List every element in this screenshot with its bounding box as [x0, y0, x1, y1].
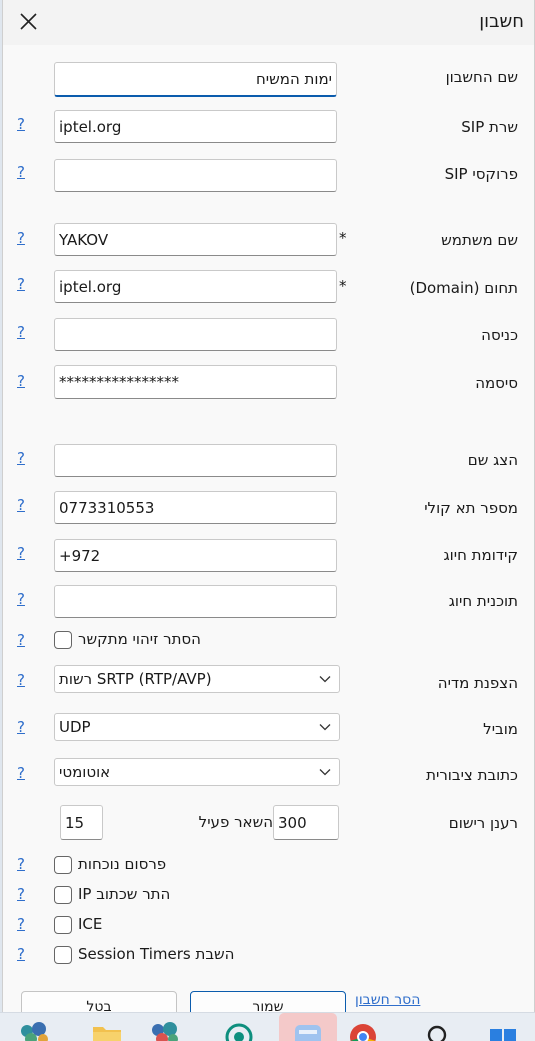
media-encryption-label: הצפנת מדיה — [437, 674, 518, 692]
folder-icon[interactable] — [90, 1017, 124, 1041]
allow-ip-rewrite-label: IP התר שכתוב — [78, 885, 171, 903]
chevron-down-icon — [319, 676, 331, 683]
password-help-link[interactable]: ? — [17, 372, 25, 390]
domain-input[interactable] — [54, 270, 337, 303]
dial-prefix-input[interactable] — [54, 539, 337, 572]
publish-presence-label: פרסום נוכחות — [78, 855, 167, 873]
public-address-help-link[interactable]: ? — [17, 764, 25, 782]
voicemail-help-link[interactable]: ? — [17, 496, 25, 514]
media-encryption-select[interactable]: SRTP (RTP/AVP) רשות — [54, 665, 340, 693]
transport-help-link[interactable]: ? — [17, 718, 25, 736]
keep-alive-input[interactable] — [60, 805, 103, 840]
login-input[interactable] — [54, 318, 337, 351]
session-timers-checkbox[interactable] — [54, 946, 72, 964]
sip-proxy-label: פרוקסי SIP — [444, 165, 518, 183]
password-label: סיסמה — [475, 374, 518, 392]
search-icon[interactable] — [420, 1017, 454, 1041]
sip-proxy-help-link[interactable]: ? — [17, 163, 25, 181]
close-button[interactable] — [11, 6, 45, 38]
close-icon — [20, 13, 37, 30]
cancel-button[interactable]: בטל — [21, 991, 177, 1012]
dial-plan-help-link[interactable]: ? — [17, 590, 25, 608]
register-refresh-label: רענן רישום — [448, 814, 518, 832]
sip-server-help-link[interactable]: ? — [17, 115, 25, 133]
dial-plan-input[interactable] — [54, 585, 337, 618]
transport-select[interactable]: UDP — [54, 713, 340, 741]
app-cluster-icon[interactable] — [148, 1017, 182, 1041]
dial-prefix-label: קידומת חיוג — [443, 546, 518, 564]
ice-checkbox[interactable] — [54, 916, 72, 934]
chevron-down-icon — [319, 724, 331, 731]
display-name-label: הצג שם — [467, 451, 518, 469]
publish-presence-checkbox[interactable] — [54, 856, 72, 874]
public-address-select[interactable]: אוטומטי — [54, 758, 340, 786]
media-encryption-value: SRTP (RTP/AVP) רשות — [59, 670, 212, 688]
dial-prefix-help-link[interactable]: ? — [17, 544, 25, 562]
login-help-link[interactable]: ? — [17, 323, 25, 341]
app-cluster-icon[interactable] — [18, 1017, 52, 1041]
display-name-help-link[interactable]: ? — [17, 449, 25, 467]
hide-caller-id-help-link[interactable]: ? — [17, 631, 25, 649]
login-label: כניסה — [481, 326, 518, 344]
account-name-label: שם החשבון — [445, 68, 518, 86]
ice-help-link[interactable]: ? — [17, 915, 25, 933]
chrome-icon[interactable] — [346, 1017, 380, 1041]
username-required-marker: * — [339, 229, 347, 247]
window-title: חשבון — [479, 11, 524, 32]
voicemail-input[interactable] — [54, 491, 337, 524]
username-help-link[interactable]: ? — [17, 229, 25, 247]
domain-required-marker: * — [339, 277, 347, 295]
taskbar — [0, 1012, 535, 1041]
domain-label: תחום (Domain) — [409, 279, 518, 297]
keep-alive-label: השאר פעיל — [198, 813, 273, 831]
session-timers-help-link[interactable]: ? — [17, 945, 25, 963]
voicemail-label: מספר תא קולי — [424, 499, 518, 517]
account-dialog: חשבון שם החשבון ? שרת SIP ? פרוקסי SIP ?… — [2, 0, 535, 1012]
sip-server-label: שרת SIP — [461, 118, 518, 136]
remove-account-link[interactable]: הסר חשבון — [355, 992, 420, 1008]
transport-value: UDP — [59, 718, 91, 736]
domain-help-link[interactable]: ? — [17, 275, 25, 293]
account-form: שם החשבון ? שרת SIP ? פרוקסי SIP ? שם מש… — [3, 45, 534, 1012]
hide-caller-id-label: הסתר זיהוי מתקשר — [78, 630, 201, 648]
publish-presence-help-link[interactable]: ? — [17, 855, 25, 873]
allow-ip-rewrite-help-link[interactable]: ? — [17, 885, 25, 903]
session-timers-label: השבת Session Timers — [78, 945, 235, 963]
public-address-value: אוטומטי — [59, 763, 111, 781]
password-input[interactable] — [54, 365, 337, 399]
transport-label: מוביל — [483, 720, 518, 738]
sip-proxy-input[interactable] — [54, 159, 337, 192]
public-address-label: כתובת ציבורית — [426, 766, 518, 784]
register-refresh-input[interactable] — [273, 805, 339, 840]
display-name-input[interactable] — [54, 444, 337, 477]
title-bar: חשבון — [3, 0, 534, 45]
account-name-input[interactable] — [54, 62, 337, 97]
start-icon[interactable] — [486, 1017, 520, 1041]
sip-server-input[interactable] — [54, 110, 337, 143]
whatsapp-icon[interactable] — [222, 1017, 256, 1041]
allow-ip-rewrite-checkbox[interactable] — [54, 886, 72, 904]
username-label: שם משתמש — [441, 231, 518, 249]
username-input[interactable] — [54, 223, 337, 256]
dial-plan-label: תוכנית חיוג — [448, 592, 518, 610]
active-app-icon[interactable] — [291, 1017, 325, 1041]
ice-label: ICE — [78, 915, 103, 933]
hide-caller-id-checkbox[interactable] — [54, 631, 72, 649]
media-encryption-help-link[interactable]: ? — [17, 671, 25, 689]
save-button[interactable]: שמור — [190, 991, 346, 1012]
chevron-down-icon — [319, 769, 331, 776]
